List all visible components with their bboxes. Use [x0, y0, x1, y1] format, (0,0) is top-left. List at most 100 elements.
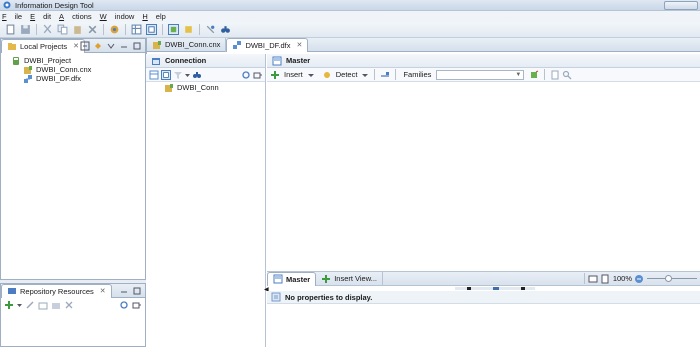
filter-icon[interactable] — [173, 70, 183, 80]
actual-size-icon[interactable] — [600, 274, 610, 284]
copy-icon[interactable] — [57, 24, 68, 35]
insert-session-icon[interactable] — [4, 300, 14, 310]
close-icon[interactable]: ✕ — [73, 42, 79, 50]
maximize-icon[interactable] — [132, 286, 142, 296]
title-bar: Information Design Tool — [0, 0, 700, 11]
app-icon — [2, 0, 12, 10]
tab-connection-file[interactable]: DWBI_Conn.cnx — [147, 37, 227, 52]
families-select[interactable]: ▼ — [436, 69, 525, 80]
connection-item-icon — [164, 83, 174, 93]
window-controls[interactable] — [664, 1, 698, 10]
connection-icon — [151, 56, 161, 66]
tab-label: Local Projects — [20, 41, 68, 51]
toolbar-separator — [199, 24, 200, 35]
properties-bar: No properties to display. — [267, 291, 700, 304]
dropdown-arrow-icon[interactable] — [361, 70, 369, 80]
dropdown-arrow-icon[interactable] — [185, 70, 190, 80]
main-toolbar — [0, 22, 700, 38]
edit-icon[interactable] — [25, 300, 35, 310]
close-icon[interactable]: ✕ — [296, 41, 302, 49]
new-icon[interactable] — [5, 24, 16, 35]
panel-controls — [80, 41, 142, 51]
dropdown-arrow-icon[interactable] — [307, 70, 315, 80]
data-foundation-icon — [23, 74, 33, 84]
show-columns-icon[interactable] — [161, 69, 171, 80]
master-view-icon — [273, 274, 283, 284]
link-editor-icon[interactable] — [93, 41, 103, 51]
delete-icon[interactable] — [87, 24, 98, 35]
fit-to-window-icon[interactable] — [588, 274, 598, 284]
view-menu-icon[interactable] — [132, 300, 142, 310]
tab-master-view[interactable]: Master — [267, 271, 317, 286]
minimize-icon[interactable] — [119, 41, 129, 51]
close-session-icon[interactable] — [51, 300, 61, 310]
tab-insert-view[interactable]: Insert View... — [316, 271, 383, 286]
query-panel-icon[interactable] — [146, 24, 157, 35]
menu-bar: File Edit Actions Window Help — [0, 11, 700, 22]
collapse-all-icon[interactable] — [80, 41, 90, 51]
search-icon[interactable] — [192, 70, 202, 80]
panel-controls — [119, 286, 142, 296]
toolbar-separator — [583, 273, 585, 284]
maximize-icon[interactable] — [132, 41, 142, 51]
window-title: Information Design Tool — [15, 0, 94, 10]
edit-join-icon[interactable] — [380, 70, 390, 80]
refresh-icon[interactable] — [241, 70, 251, 80]
tab-data-foundation[interactable]: DWBI_DF.dfx ✕ — [226, 37, 309, 52]
search-icon[interactable] — [562, 70, 572, 80]
detect-icon[interactable] — [322, 70, 332, 80]
menu-help[interactable]: Help — [142, 12, 165, 21]
publish-icon[interactable] — [183, 24, 194, 35]
zoom-slider[interactable] — [647, 275, 697, 282]
close-icon[interactable]: ✕ — [100, 287, 106, 295]
data-foundation-icon — [232, 40, 242, 50]
tab-label: Repository Resources — [20, 286, 94, 296]
menu-window[interactable]: Window — [100, 12, 135, 21]
insert-button[interactable]: Insert — [284, 70, 303, 79]
paste-icon[interactable] — [72, 24, 83, 35]
tree-item-connection[interactable]: DWBI_Conn — [146, 83, 265, 92]
business-layer-icon[interactable] — [168, 24, 179, 35]
dropdown-arrow-icon[interactable] — [17, 300, 22, 310]
connection-file-icon — [152, 40, 162, 50]
no-properties-message: No properties to display. — [285, 292, 373, 302]
connection-toolbar — [146, 68, 265, 82]
tab-repository-resources[interactable]: Repository Resources ✕ — [1, 283, 112, 298]
zoom-out-icon[interactable] — [634, 274, 644, 284]
insert-icon[interactable] — [270, 70, 280, 80]
view-menu-icon[interactable] — [106, 41, 116, 51]
repository-tabstrip: Repository Resources ✕ — [1, 283, 145, 298]
detect-button[interactable]: Detect — [336, 70, 358, 79]
projects-icon — [7, 41, 17, 51]
view-menu-icon[interactable] — [253, 70, 263, 80]
repository-toolbar — [1, 298, 145, 311]
show-tables-icon[interactable] — [149, 70, 159, 80]
save-icon[interactable] — [20, 24, 31, 35]
toolbar-separator — [125, 24, 126, 35]
insert-icon — [321, 274, 331, 284]
menu-file[interactable]: File — [2, 12, 22, 21]
split-handle[interactable] — [455, 287, 535, 290]
edit-families-icon[interactable] — [529, 70, 539, 80]
open-session-icon[interactable] — [38, 300, 48, 310]
table-browser-icon[interactable] — [131, 24, 142, 35]
zoom-level: 100% — [612, 274, 632, 283]
editor-tabstrip: DWBI_Conn.cnx DWBI_DF.dfx ✕ — [147, 37, 700, 52]
search-icon[interactable] — [220, 24, 231, 35]
toolbar-separator — [162, 24, 163, 35]
show-values-icon[interactable] — [205, 24, 216, 35]
menu-actions[interactable]: Actions — [59, 12, 92, 21]
tree-item-foundation-file[interactable]: DWBI_DF.dfx — [11, 74, 145, 83]
cut-icon[interactable] — [42, 24, 53, 35]
delete-icon[interactable] — [64, 300, 74, 310]
refresh-icon[interactable] — [119, 300, 129, 310]
project-tree: DWBI_Project DWBI_Conn.cnx DWBI_DF.dfx — [1, 53, 145, 83]
minimize-icon[interactable] — [119, 286, 129, 296]
repository-icon — [7, 286, 17, 296]
menu-edit[interactable]: Edit — [30, 12, 51, 21]
zoom-slider-thumb[interactable] — [665, 275, 672, 282]
toolbar-separator — [395, 69, 397, 80]
check-integrity-icon[interactable] — [109, 24, 120, 35]
show-values-icon[interactable] — [550, 70, 560, 80]
tab-local-projects[interactable]: Local Projects ✕ — [1, 38, 85, 53]
